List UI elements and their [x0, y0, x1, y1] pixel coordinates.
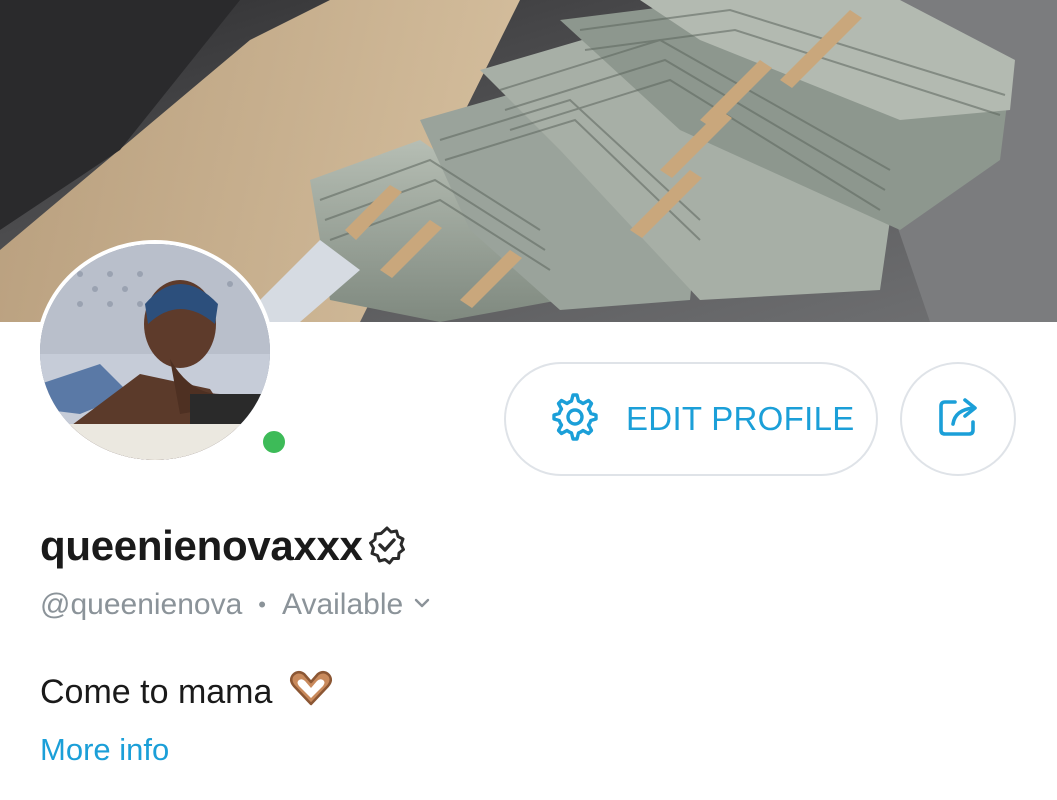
- display-name: queenienovaxxx: [40, 522, 363, 569]
- more-info-link[interactable]: More info: [40, 732, 169, 768]
- avatar-image: [40, 244, 270, 460]
- heart-hands-emoji-icon: [286, 668, 336, 717]
- online-status-indicator: [258, 426, 290, 458]
- profile-name-row: queenienovaxxx: [40, 522, 407, 570]
- profile-bio: Come to mama: [40, 668, 336, 717]
- share-button[interactable]: [900, 362, 1016, 476]
- gear-icon: [550, 392, 600, 447]
- chevron-down-icon: [411, 588, 433, 622]
- verified-badge-icon: [367, 525, 407, 570]
- meta-separator: •: [258, 592, 266, 617]
- username-handle: @queenienova: [40, 588, 243, 621]
- profile-meta-row: @queenienova • Available: [40, 588, 433, 622]
- edit-profile-button[interactable]: EDIT PROFILE: [504, 362, 878, 476]
- availability-status-label: Available: [281, 588, 404, 621]
- edit-profile-label: EDIT PROFILE: [626, 400, 855, 437]
- availability-status-dropdown[interactable]: Available: [282, 588, 433, 622]
- avatar[interactable]: [36, 240, 274, 464]
- avatar-container[interactable]: [36, 240, 290, 466]
- share-icon: [933, 392, 983, 447]
- bio-text: Come to mama: [40, 673, 273, 711]
